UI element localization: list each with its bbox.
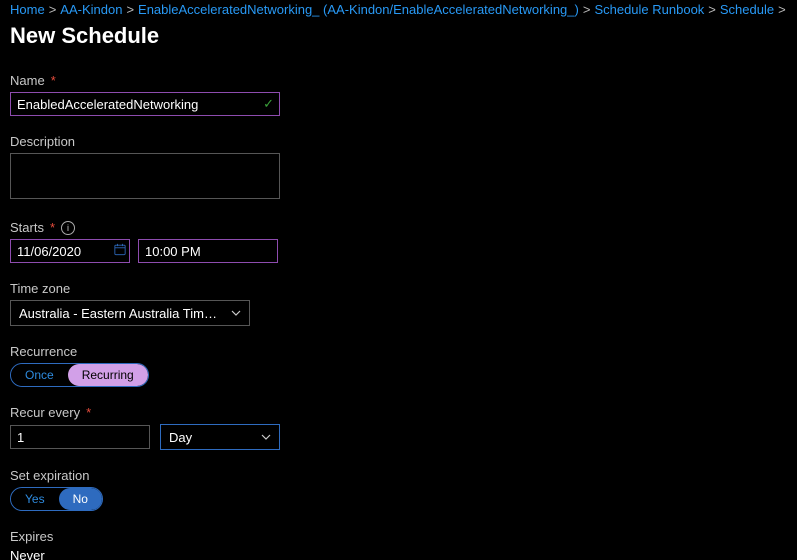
check-icon: ✓	[263, 96, 274, 112]
recurrence-once[interactable]: Once	[11, 364, 68, 386]
recurrence-toggle: Once Recurring	[10, 363, 149, 387]
timezone-label: Time zone	[10, 281, 70, 296]
start-date-input[interactable]	[10, 239, 130, 263]
chevron-right-icon: >	[126, 2, 134, 17]
recur-unit-selected: Day	[169, 430, 192, 445]
recurrence-label: Recurrence	[10, 344, 77, 359]
timezone-selected: Australia - Eastern Australia Time (Sydn…	[19, 306, 219, 321]
starts-label: Starts	[10, 220, 44, 235]
expires-label: Expires	[10, 529, 53, 544]
breadcrumb-runbook[interactable]: EnableAcceleratedNetworking_ (AA-Kindon/…	[138, 2, 579, 17]
breadcrumb-schedule[interactable]: Schedule	[720, 2, 774, 17]
breadcrumb-account[interactable]: AA-Kindon	[60, 2, 122, 17]
page-title: New Schedule	[10, 23, 797, 49]
recurrence-recurring[interactable]: Recurring	[68, 364, 148, 386]
chevron-down-icon	[231, 306, 241, 321]
recur-every-label: Recur every	[10, 405, 80, 420]
timezone-select[interactable]: Australia - Eastern Australia Time (Sydn…	[10, 300, 250, 326]
required-indicator: *	[50, 220, 55, 235]
breadcrumb: Home > AA-Kindon > EnableAcceleratedNetw…	[10, 0, 797, 17]
required-indicator: *	[51, 73, 56, 88]
expires-value: Never	[10, 548, 797, 560]
breadcrumb-home[interactable]: Home	[10, 2, 45, 17]
chevron-right-icon: >	[583, 2, 591, 17]
required-indicator: *	[86, 405, 91, 420]
info-icon[interactable]: i	[61, 221, 75, 235]
chevron-right-icon: >	[778, 2, 786, 17]
set-expiration-yes[interactable]: Yes	[11, 488, 59, 510]
start-time-input[interactable]	[138, 239, 278, 263]
set-expiration-no[interactable]: No	[59, 488, 102, 510]
set-expiration-label: Set expiration	[10, 468, 90, 483]
description-label: Description	[10, 134, 75, 149]
calendar-icon[interactable]	[114, 244, 126, 259]
chevron-right-icon: >	[49, 2, 57, 17]
chevron-down-icon	[261, 430, 271, 445]
set-expiration-toggle: Yes No	[10, 487, 103, 511]
chevron-right-icon: >	[708, 2, 716, 17]
name-label: Name	[10, 73, 45, 88]
name-input[interactable]	[10, 92, 280, 116]
recur-unit-select[interactable]: Day	[160, 424, 280, 450]
breadcrumb-schedule-runbook[interactable]: Schedule Runbook	[594, 2, 704, 17]
description-input[interactable]	[10, 153, 280, 199]
recur-interval-input[interactable]	[10, 425, 150, 449]
